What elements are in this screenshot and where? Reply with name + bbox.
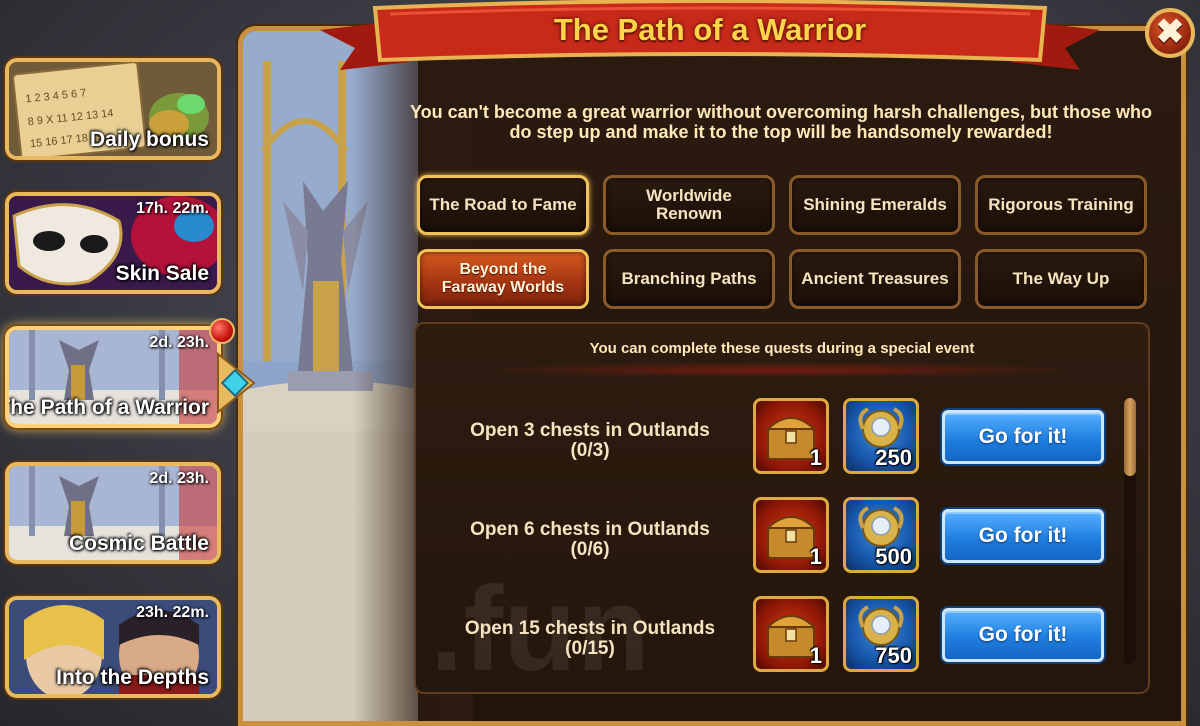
sidebar-item-label: Into the Depths — [56, 666, 209, 689]
tab-rigorous-training[interactable]: Rigorous Training — [975, 175, 1147, 235]
sidebar-item-daily-bonus[interactable]: 1 2 3 4 5 6 7 8 9 X 11 12 13 14 15 16 17… — [5, 58, 221, 160]
close-button[interactable]: ✖ — [1145, 8, 1195, 58]
chest-reward[interactable]: 1 — [753, 596, 829, 672]
page-title: The Path of a Warrior — [553, 12, 867, 47]
sidebar-item-label: The Path of a Warrior — [5, 396, 209, 419]
quest-progress: (0/3) — [570, 440, 610, 461]
sidebar-item-label: Skin Sale — [115, 262, 209, 285]
notification-dot — [209, 318, 235, 344]
sidebar-item-path-of-warrior[interactable]: 2d. 23h. The Path of a Warrior — [5, 326, 221, 428]
reward-amount: 750 — [875, 643, 912, 668]
reward-amount: 500 — [875, 544, 912, 569]
go-for-it-button[interactable]: Go for it! — [942, 410, 1104, 464]
sidebar-item-skin-sale[interactable]: 17h. 22m. Skin Sale — [5, 192, 221, 294]
reward-amount: 250 — [875, 445, 912, 470]
sidebar-item-cosmic-battle[interactable]: 2d. 23h. Cosmic Battle — [5, 462, 221, 564]
sidebar-item-timer: 2d. 23h. — [149, 470, 209, 487]
close-icon: ✖ — [1155, 13, 1185, 51]
tab-branching-paths[interactable]: Branching Paths — [603, 249, 775, 309]
tab-ancient-treasures[interactable]: Ancient Treasures — [789, 249, 961, 309]
coin-reward[interactable]: 500 — [843, 497, 919, 573]
tab-the-way-up[interactable]: The Way Up — [975, 249, 1147, 309]
sidebar-item-label: Cosmic Battle — [68, 532, 209, 555]
quest-note: You can complete these quests during a s… — [589, 340, 975, 357]
reward-amount: 1 — [809, 544, 822, 569]
coin-reward[interactable]: 250 — [843, 398, 919, 474]
sidebar-item-label: Daily bonus — [89, 128, 209, 151]
tab-beyond-faraway-worlds[interactable]: Beyond the Faraway Worlds — [417, 249, 589, 309]
tab-worldwide-renown[interactable]: Worldwide Renown — [603, 175, 775, 235]
chest-reward[interactable]: 1 — [753, 497, 829, 573]
chest-reward[interactable]: 1 — [753, 398, 829, 474]
sidebar-item-timer: 17h. 22m. — [136, 200, 209, 217]
quest-title: Open 6 chests in Outlands — [470, 519, 710, 540]
quest-progress: (0/15) — [565, 638, 615, 659]
intro-text: You can't become a great warrior without… — [409, 102, 1153, 142]
sidebar-item-into-the-depths[interactable]: 23h. 22m. Into the Depths — [5, 596, 221, 698]
sidebar-item-timer: 2d. 23h. — [149, 334, 209, 351]
quest-progress: (0/6) — [570, 539, 610, 560]
tab-shining-emeralds[interactable]: Shining Emeralds — [789, 175, 961, 235]
gem-pointer-icon — [217, 351, 256, 415]
quest-title: Open 15 chests in Outlands — [464, 618, 716, 639]
quest-scrollbar-thumb[interactable] — [1124, 398, 1136, 476]
coin-reward[interactable]: 750 — [843, 596, 919, 672]
reward-amount: 1 — [809, 643, 822, 668]
quest-title: Open 3 chests in Outlands — [470, 420, 710, 441]
note-divider — [470, 362, 1090, 378]
reward-amount: 1 — [809, 445, 822, 470]
go-for-it-button[interactable]: Go for it! — [942, 608, 1104, 662]
sidebar-item-timer: 23h. 22m. — [136, 604, 209, 621]
go-for-it-button[interactable]: Go for it! — [942, 509, 1104, 563]
tab-road-to-fame[interactable]: The Road to Fame — [417, 175, 589, 235]
